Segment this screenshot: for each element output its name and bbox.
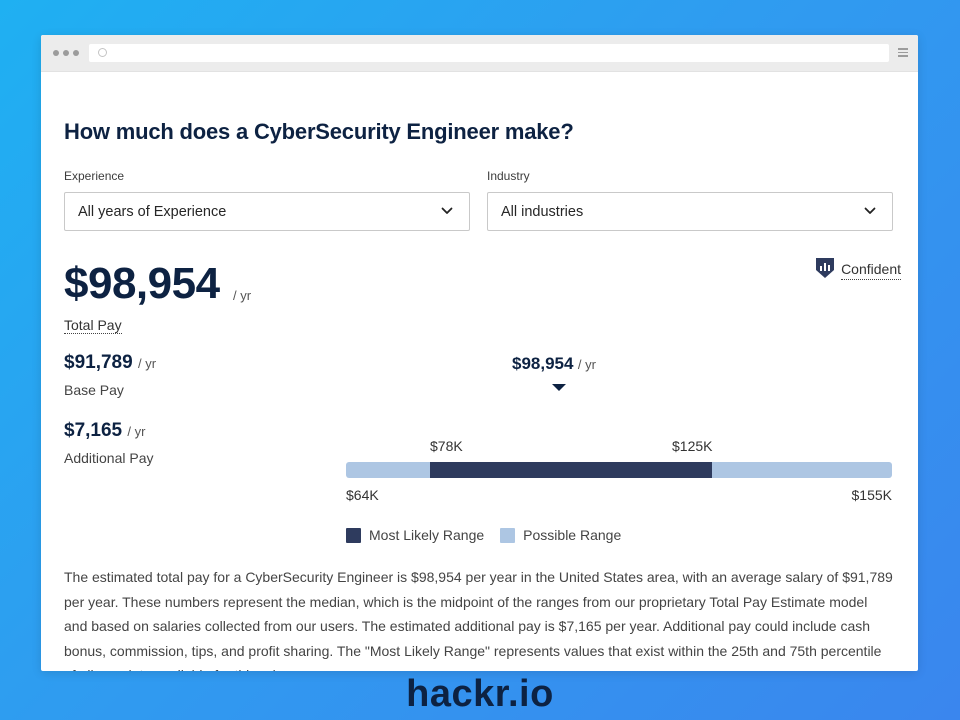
legend-possible: Possible Range	[500, 527, 621, 543]
confidence-badge[interactable]: Confident	[816, 257, 901, 283]
total-pay-amount: $98,954	[64, 259, 220, 308]
additional-pay-amount: $7,165 / yr	[64, 420, 145, 442]
chevron-down-icon	[864, 207, 876, 214]
base-pay-value: $91,789	[64, 352, 133, 373]
base-pay-amount: $91,789 / yr	[64, 352, 156, 374]
likely-min-label: $78K	[430, 438, 463, 454]
browser-window: How much does a CyberSecurity Engineer m…	[41, 35, 918, 671]
experience-value: All years of Experience	[78, 204, 227, 220]
median-amount: $98,954	[512, 354, 574, 373]
legend-likely-swatch	[346, 527, 361, 543]
additional-pay-unit: / yr	[127, 424, 146, 439]
industry-select[interactable]: All industries	[487, 192, 893, 231]
browser-toolbar	[41, 35, 918, 72]
median-marker-label: $98,954 / yr	[512, 354, 596, 374]
hackr-io-logo: hackr.io	[406, 673, 554, 715]
median-unit: / yr	[577, 357, 596, 372]
total-pay-unit: / yr	[233, 288, 252, 303]
median-pointer	[552, 384, 566, 391]
range-legend: Most Likely Range Possible Range	[346, 527, 621, 543]
page-title: How much does a CyberSecurity Engineer m…	[64, 119, 574, 144]
window-controls[interactable]	[53, 50, 79, 56]
hamburger-menu-icon[interactable]	[898, 48, 908, 59]
window-dot[interactable]	[53, 50, 59, 56]
likely-max-label: $125K	[672, 438, 713, 454]
salary-panel: How much does a CyberSecurity Engineer m…	[41, 72, 918, 671]
base-pay-label: Base Pay	[64, 382, 124, 398]
pay-description: The estimated total pay for a CyberSecur…	[64, 569, 893, 671]
reload-icon[interactable]	[98, 48, 107, 57]
likely-range-bar	[430, 462, 712, 478]
legend-possible-label: Possible Range	[523, 527, 622, 543]
industry-value: All industries	[501, 204, 584, 220]
total-pay-label[interactable]: Total Pay	[64, 317, 122, 334]
additional-pay-label: Additional Pay	[64, 450, 154, 466]
address-bar[interactable]	[89, 44, 889, 62]
possible-min-label: $64K	[346, 487, 379, 503]
legend-likely: Most Likely Range	[346, 527, 484, 543]
window-dot[interactable]	[73, 50, 79, 56]
base-pay-unit: / yr	[137, 356, 157, 371]
confidence-label: Confident	[841, 261, 901, 280]
chevron-down-icon	[441, 207, 453, 214]
pay-range-chart: $98,954 / yr $78K $125K $64K $155K	[346, 352, 892, 503]
possible-max-label: $155K	[851, 487, 892, 503]
window-dot[interactable]	[63, 50, 69, 56]
industry-label: Industry	[487, 169, 530, 183]
shield-chart-icon	[816, 258, 835, 278]
experience-select[interactable]: All years of Experience	[64, 192, 470, 231]
legend-possible-swatch	[500, 527, 516, 543]
additional-pay-value: $7,165	[64, 420, 123, 441]
legend-likely-label: Most Likely Range	[369, 527, 485, 543]
experience-label: Experience	[64, 169, 125, 183]
